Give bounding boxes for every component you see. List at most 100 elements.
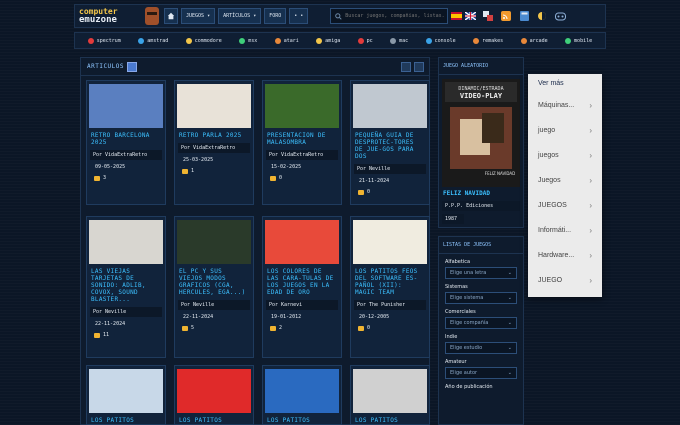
home-button[interactable] [164,8,178,24]
list-group-select[interactable]: Elige sistema ⌄ [445,292,517,304]
menu-item[interactable]: Máquinas... › [528,93,602,118]
article-thumbnail[interactable] [353,220,427,264]
article-thumbnail[interactable] [265,369,339,413]
menu-item[interactable]: Hardware... › [528,243,602,268]
platform-mac[interactable]: mac [390,37,408,44]
article-card[interactable]: LOS PATITOS [350,365,430,425]
article-author[interactable]: Por VidaExtraRetro [178,143,250,153]
article-author[interactable]: Por VidaExtraRetro [90,150,162,160]
nav-more[interactable]: • • [289,8,309,24]
article-card[interactable]: LOS PATITOS FEOS DEL SOFTWARE ES-PAÑOL (… [350,216,430,358]
article-date: 19-01-2012 [271,314,302,320]
platform-dot-icon [357,37,364,44]
article-comments[interactable]: 1 [175,163,253,178]
menu-item[interactable]: JUEGOS › [528,193,602,218]
article-title[interactable]: LOS PATITOS [87,413,165,424]
article-thumbnail[interactable] [265,220,339,264]
nav-foro[interactable]: FORO [264,8,287,24]
search-box[interactable] [330,8,449,24]
article-thumbnail[interactable] [177,220,251,264]
platform-pc[interactable]: pc [357,37,373,44]
platform-commodore[interactable]: commodore [185,37,222,44]
platform-spectrum[interactable]: spectrum [87,37,121,44]
article-card[interactable]: PRESENTACION DE MALASOMBRA Por VidaExtraR… [262,80,342,205]
article-comments[interactable]: 5 [175,320,253,335]
article-thumbnail[interactable] [353,369,427,413]
article-card[interactable]: EL PC Y SUS VIEJOS MODOS GRAFICOS (CGA, … [174,216,254,358]
article-author[interactable]: Por Neville [90,307,162,317]
list-group-select[interactable]: Elige autor ⌄ [445,367,517,379]
article-card[interactable]: RETRO BARCELONA 2025 Por VidaExtraRetro 09… [86,80,166,205]
article-comments[interactable]: 11 [87,327,165,342]
article-title[interactable]: LOS PATITOS [263,413,341,424]
article-comments[interactable]: 0 [351,184,429,199]
article-title[interactable]: PRESENTACION DE MALASOMBRA [263,128,341,146]
rss-icon[interactable] [500,10,512,22]
article-comments[interactable]: 0 [351,320,429,335]
article-card[interactable]: LAS VIEJAS TARJETAS DE SONIDO: ADLIB, CO… [86,216,166,358]
article-thumbnail[interactable] [353,84,427,128]
article-thumbnail[interactable] [265,84,339,128]
platform-arcade[interactable]: arcade [520,37,548,44]
article-card[interactable]: LOS PATITOS [86,365,166,425]
list-view-button[interactable] [414,62,424,72]
article-card[interactable]: LOS PATITOS [262,365,342,425]
platform-console[interactable]: console [425,37,456,44]
list-group-select[interactable]: Elige compañía ⌄ [445,317,517,329]
article-card[interactable]: RETRO PARLA 2025 Por VidaExtraRetro 25-03-… [174,80,254,205]
article-author[interactable]: Por The Punisher [354,300,426,310]
article-card[interactable]: PEQUEÑA GUIA DE DESPROTEC-TORES DE JUE-G… [350,80,430,205]
site-logo[interactable]: computer emuzone [75,5,161,27]
random-game-year[interactable]: 1987 [442,214,464,224]
uk-flag-icon[interactable] [465,12,477,20]
theme-toggle-icon[interactable] [536,10,548,22]
nav-juegos[interactable]: JUEGOS ▾ [181,8,216,24]
article-author[interactable]: Por Neville [178,300,250,310]
article-thumbnail[interactable] [89,369,163,413]
article-card[interactable]: LOS COLORES DE LAS CARA-TULAS DE LOS JUE… [262,216,342,358]
article-author[interactable]: Por Karnevi [266,300,338,310]
random-game-title[interactable]: FELIZ NAVIDAD [439,187,523,200]
article-author[interactable]: Por VidaExtraRetro [266,150,338,160]
platform-remakes[interactable]: remakes [473,37,503,44]
platform-atari[interactable]: atari [274,37,299,44]
article-title[interactable]: LOS PATITOS FEOS DEL SOFTWARE ES-PAÑOL (… [351,264,429,296]
article-title[interactable]: RETRO BARCELONA 2025 [87,128,165,146]
article-title[interactable]: PEQUEÑA GUIA DE DESPROTEC-TORES DE JUE-G… [351,128,429,160]
article-thumbnail[interactable] [89,84,163,128]
platform-amiga[interactable]: amiga [316,37,340,44]
grid-view-button[interactable] [401,62,411,72]
search-input[interactable] [345,13,446,19]
article-author[interactable]: Por Neville [354,164,426,174]
article-title[interactable]: LOS PATITOS [351,413,429,424]
platform-mobile[interactable]: mobile [565,37,592,44]
article-title[interactable]: LOS PATITOS [175,413,253,424]
article-title[interactable]: EL PC Y SUS VIEJOS MODOS GRAFICOS (CGA, … [175,264,253,296]
gamepad-icon[interactable] [554,10,566,22]
article-card[interactable]: LOS PATITOS [174,365,254,425]
nav-articulos[interactable]: ARTÍCULOS ▾ [218,8,262,24]
translate-icon[interactable] [482,10,494,22]
menu-item[interactable]: JUEGO › [528,268,602,293]
article-thumbnail[interactable] [177,84,251,128]
article-title[interactable]: LAS VIEJAS TARJETAS DE SONIDO: ADLIB, CO… [87,264,165,303]
platform-msx[interactable]: msx [239,37,257,44]
article-thumbnail[interactable] [177,369,251,413]
list-group-select[interactable]: Elige estudio ⌄ [445,342,517,354]
article-comments[interactable]: 0 [263,170,341,185]
menu-item[interactable]: Informáti... › [528,218,602,243]
article-title[interactable]: LOS COLORES DE LAS CARA-TULAS DE LOS JUE… [263,264,341,296]
menu-item[interactable]: Juegos › [528,168,602,193]
article-title[interactable]: RETRO PARLA 2025 [175,128,253,139]
platform-amstrad[interactable]: amstrad [138,37,168,44]
random-game-publisher[interactable]: P.P.P. Ediciones [442,201,520,211]
menu-item[interactable]: juego › [528,118,602,143]
article-comments[interactable]: 3 [87,170,165,185]
menu-item[interactable]: juegos › [528,143,602,168]
article-comments[interactable]: 2 [263,320,341,335]
article-thumbnail[interactable] [89,220,163,264]
list-group-select[interactable]: Elige una letra ⌄ [445,267,517,279]
calculator-icon[interactable] [518,10,530,22]
spanish-flag-icon[interactable] [451,12,463,20]
random-game-cover[interactable]: DINAMIC/ESTRADA VIDEO-PLAY FELIZ NAVIDAD [442,79,520,187]
